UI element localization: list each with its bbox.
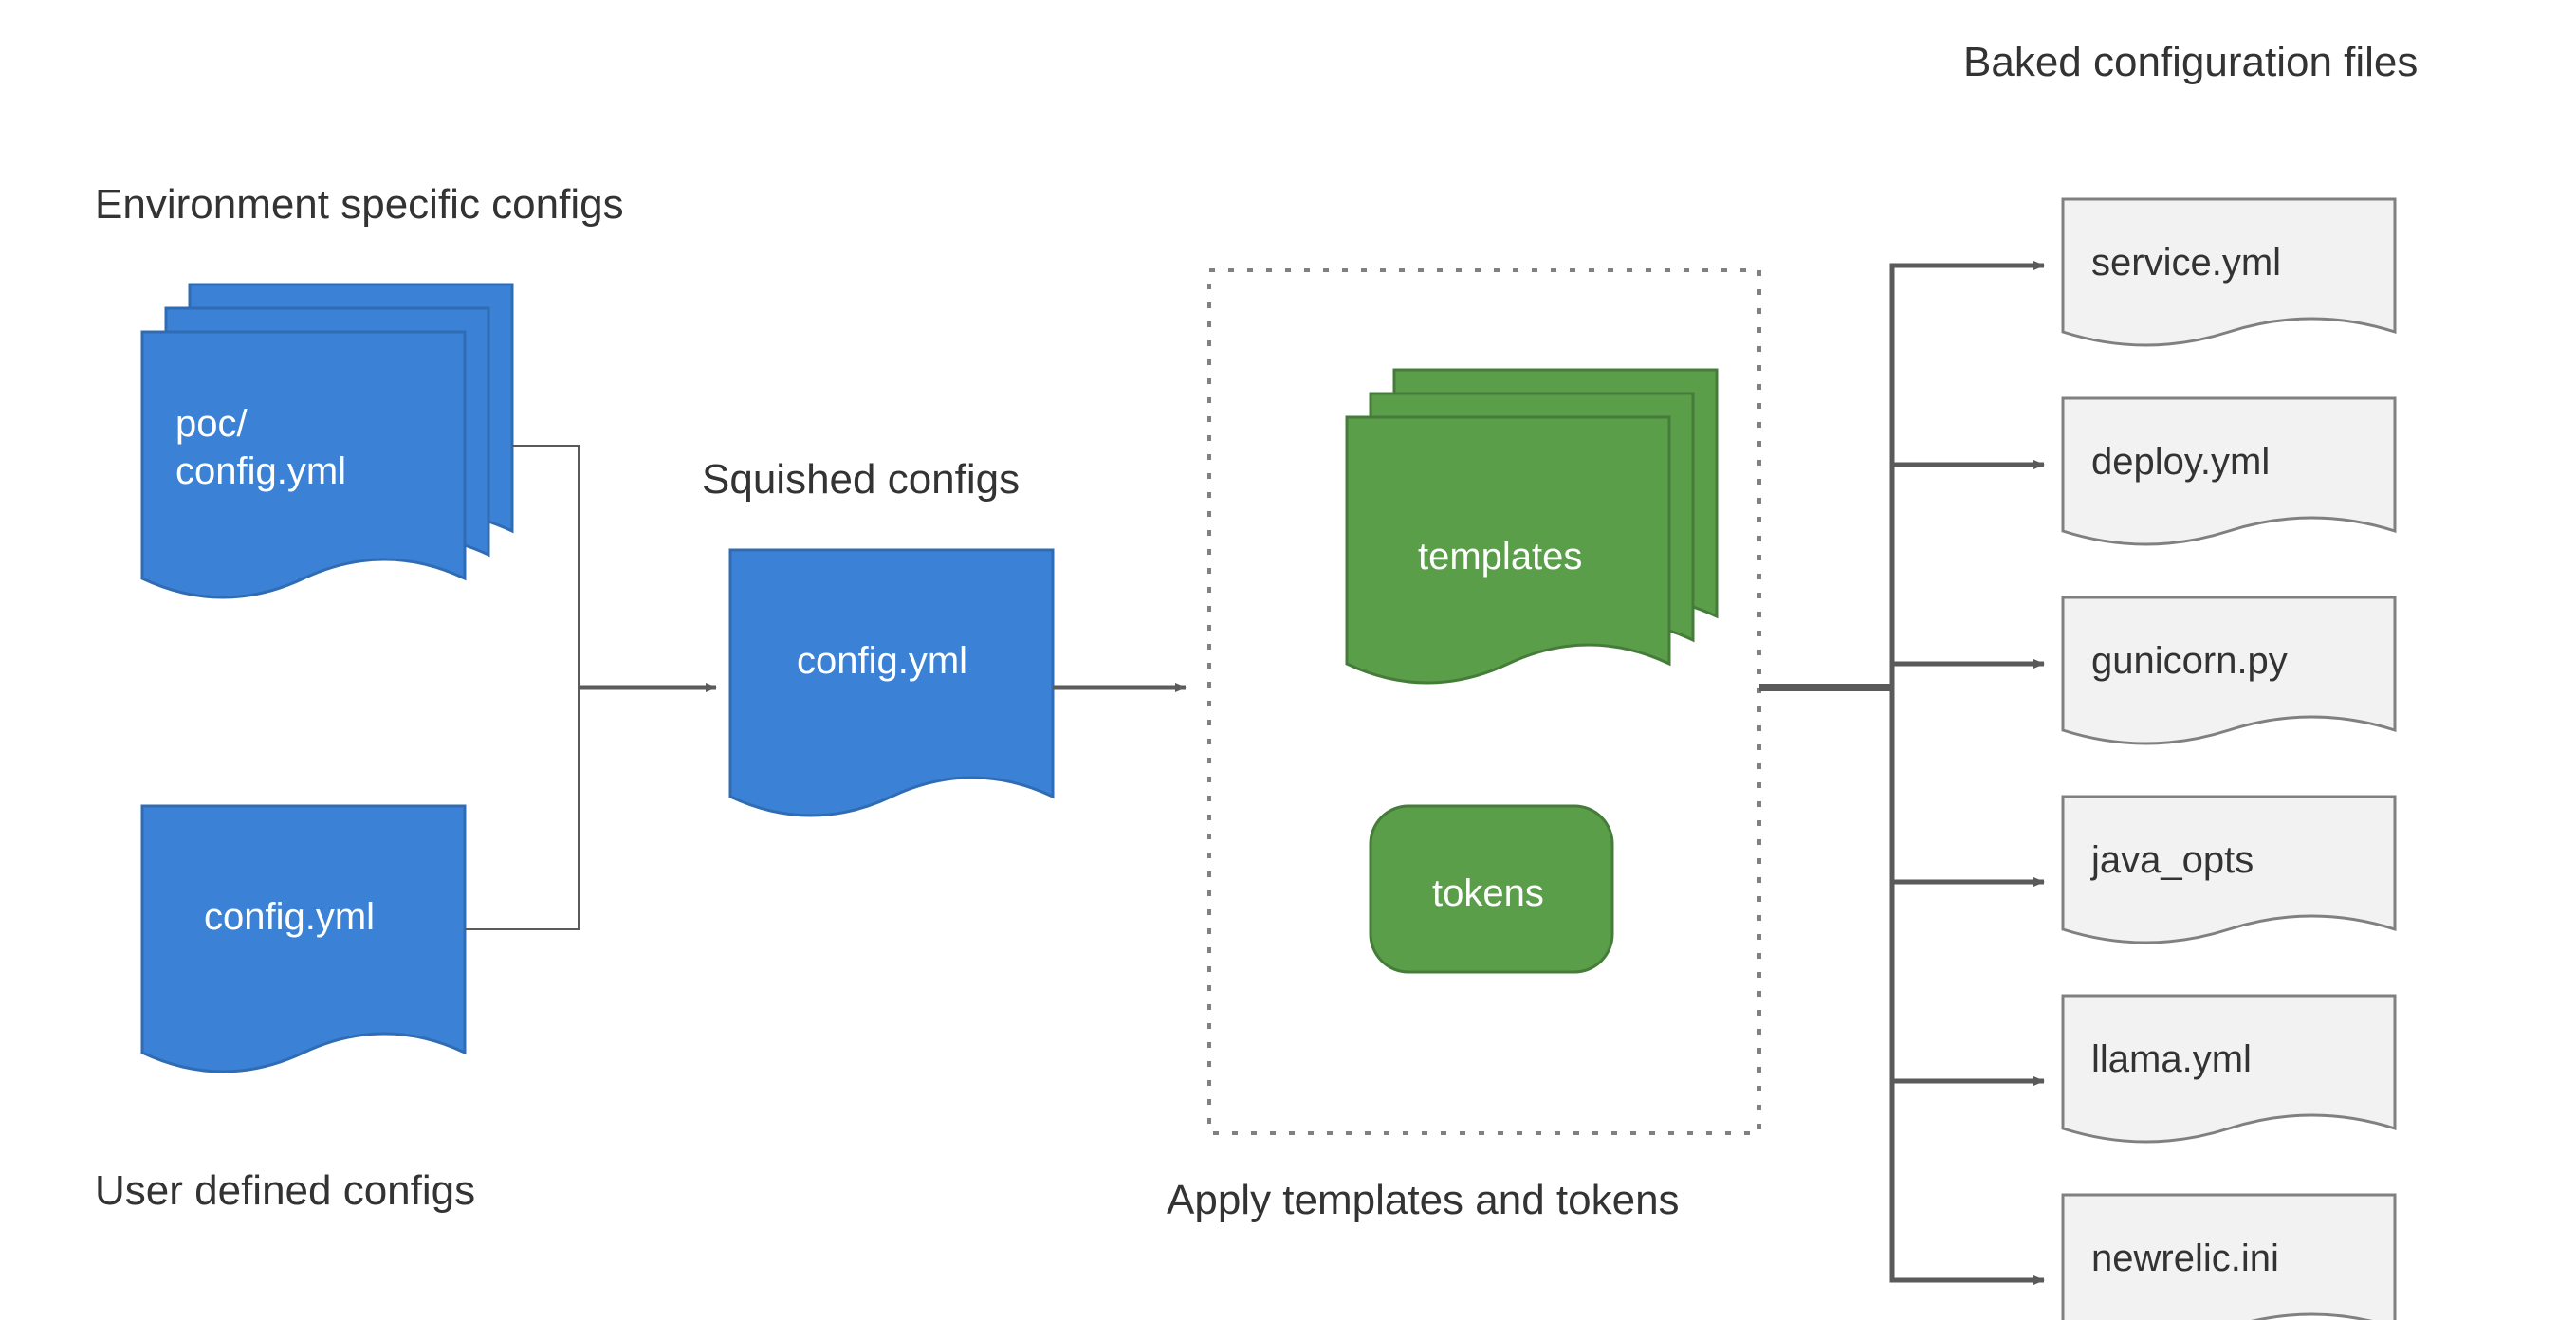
output-file-label: deploy.yml — [2091, 441, 2270, 483]
label-squished: Squished configs — [702, 456, 1020, 503]
label-baked: Baked configuration files — [1963, 39, 2418, 85]
label-user-configs: User defined configs — [95, 1167, 475, 1214]
label-apply: Apply templates and tokens — [1167, 1177, 1680, 1223]
connector-env — [512, 446, 579, 688]
label-env-configs: Environment specific configs — [95, 181, 624, 228]
templates-stack: templates — [1347, 370, 1717, 683]
templates-label: templates — [1418, 536, 1582, 578]
user-config-label: config.yml — [204, 896, 375, 938]
user-config-doc: config.yml — [142, 806, 465, 1072]
config-flow-diagram: Environment specific configs User define… — [0, 0, 2576, 1320]
tokens-box: tokens — [1371, 806, 1612, 972]
squished-config-label: config.yml — [797, 640, 967, 682]
output-connectors — [1892, 266, 2044, 1280]
output-file-label: llama.yml — [2091, 1038, 2252, 1080]
output-file-label: service.yml — [2091, 242, 2281, 284]
env-config-stack: poc/ config.yml — [142, 284, 512, 597]
tokens-label: tokens — [1432, 872, 1544, 914]
output-file-label: newrelic.ini — [2091, 1238, 2279, 1279]
connector-user — [465, 688, 579, 929]
output-file-label: gunicorn.py — [2091, 640, 2288, 682]
squished-config-doc: config.yml — [730, 550, 1053, 816]
output-file-label: java_opts — [2090, 839, 2254, 881]
output-files: service.yml deploy.yml gunicorn.py java_opt… — [2063, 199, 2395, 1320]
